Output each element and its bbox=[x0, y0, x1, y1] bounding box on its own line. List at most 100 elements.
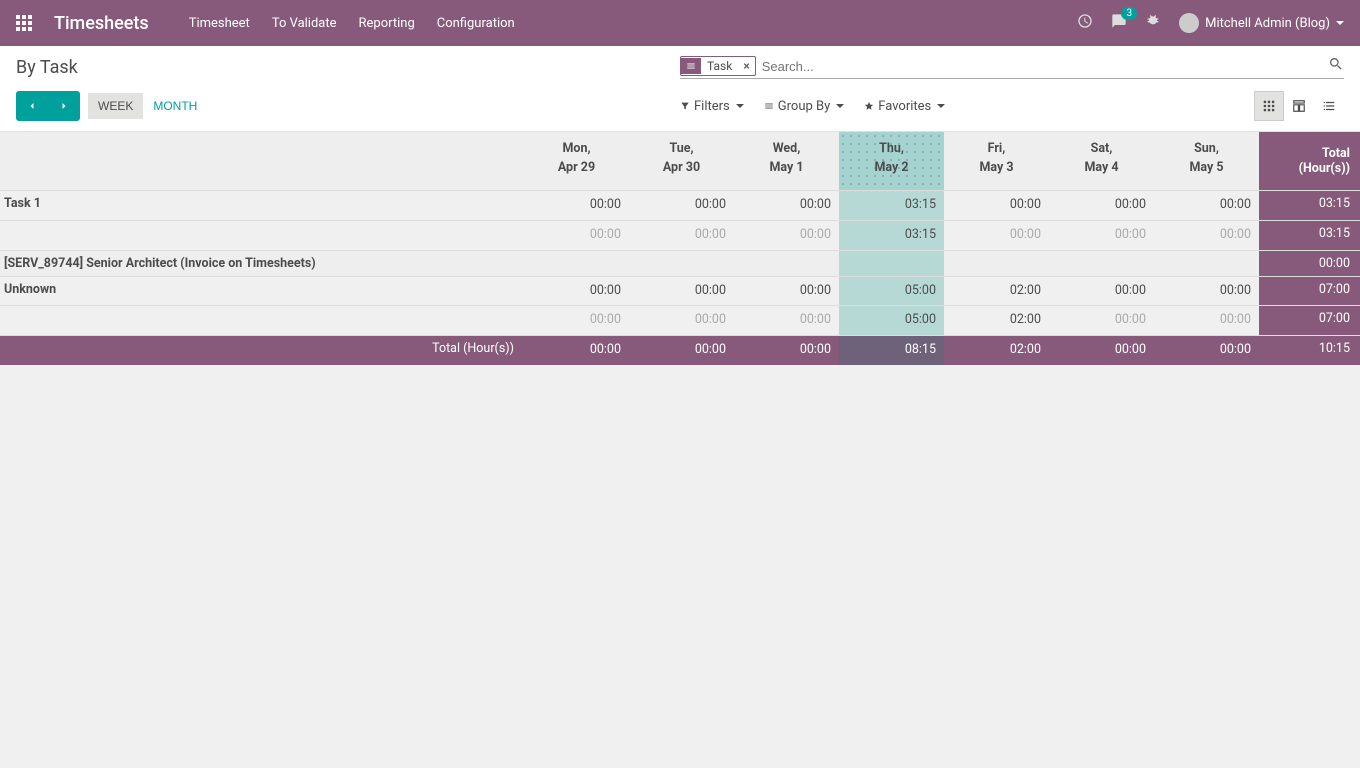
row-total: 00:00 bbox=[1259, 251, 1360, 276]
nav-to-validate[interactable]: To Validate bbox=[272, 16, 337, 31]
row-label bbox=[0, 221, 524, 250]
facet-label: Task bbox=[701, 57, 738, 75]
cell[interactable]: 00:00 bbox=[1049, 191, 1154, 220]
cell[interactable]: 00:00 bbox=[734, 306, 839, 335]
grid-header: Mon,Apr 29Tue,Apr 30Wed,May 1Thu,May 2Fr… bbox=[0, 132, 1360, 191]
user-menu[interactable]: Mitchell Admin (Blog) bbox=[1179, 13, 1344, 33]
cell bbox=[1049, 251, 1154, 276]
cell[interactable]: 00:00 bbox=[944, 221, 1049, 250]
brand-title[interactable]: Timesheets bbox=[54, 13, 149, 34]
filters-dropdown[interactable]: Filters bbox=[680, 99, 744, 114]
scale-week[interactable]: WEEK bbox=[88, 93, 143, 119]
cell[interactable]: 00:00 bbox=[734, 277, 839, 306]
row-label bbox=[0, 306, 524, 335]
groupby-dropdown[interactable]: Group By bbox=[764, 99, 845, 114]
view-pivot[interactable] bbox=[1284, 91, 1314, 121]
groupby-icon bbox=[681, 58, 701, 74]
search-icon[interactable] bbox=[1328, 56, 1344, 76]
row-label: Total (Hour(s)) bbox=[0, 336, 524, 365]
bug-icon[interactable] bbox=[1145, 13, 1161, 33]
cell[interactable]: 00:00 bbox=[1154, 336, 1259, 365]
day-header: Mon,Apr 29 bbox=[524, 132, 629, 190]
cell[interactable]: 00:00 bbox=[629, 336, 734, 365]
cell[interactable]: 00:00 bbox=[524, 277, 629, 306]
grid-row: Total (Hour(s))00:0000:0000:0008:1502:00… bbox=[0, 336, 1360, 365]
nav-links: Timesheet To Validate Reporting Configurati… bbox=[189, 16, 515, 31]
prev-button[interactable] bbox=[16, 91, 48, 121]
cell[interactable]: 00:00 bbox=[1154, 221, 1259, 250]
timesheet-grid: Mon,Apr 29Tue,Apr 30Wed,May 1Thu,May 2Fr… bbox=[0, 132, 1360, 365]
cell bbox=[734, 251, 839, 276]
cell[interactable]: 03:15 bbox=[839, 191, 944, 220]
nav-configuration[interactable]: Configuration bbox=[437, 16, 515, 31]
grid-row: Unknown00:0000:0000:0005:0002:0000:0000:… bbox=[0, 277, 1360, 307]
row-total: 03:15 bbox=[1259, 191, 1360, 220]
cell[interactable]: 00:00 bbox=[524, 191, 629, 220]
cell[interactable]: 00:00 bbox=[944, 191, 1049, 220]
grid-row: [SERV_89744] Senior Architect (Invoice o… bbox=[0, 251, 1360, 277]
search-input[interactable] bbox=[760, 57, 1320, 76]
cell[interactable]: 00:00 bbox=[1049, 336, 1154, 365]
total-header: Total (Hour(s)) bbox=[1259, 132, 1360, 190]
cell[interactable]: 00:00 bbox=[1154, 306, 1259, 335]
cell[interactable]: 00:00 bbox=[734, 191, 839, 220]
view-list[interactable] bbox=[1314, 91, 1344, 121]
chat-badge: 3 bbox=[1121, 7, 1137, 20]
apps-icon[interactable] bbox=[16, 15, 32, 31]
view-grid[interactable] bbox=[1254, 91, 1284, 121]
search-facet: Task × bbox=[680, 56, 756, 76]
day-header: Wed,May 1 bbox=[734, 132, 839, 190]
cell[interactable]: 05:00 bbox=[839, 306, 944, 335]
cell[interactable]: 00:00 bbox=[1154, 191, 1259, 220]
cell[interactable]: 02:00 bbox=[944, 306, 1049, 335]
cell bbox=[524, 251, 629, 276]
cell bbox=[629, 251, 734, 276]
nav-timesheet[interactable]: Timesheet bbox=[189, 16, 250, 31]
cell[interactable]: 02:00 bbox=[944, 277, 1049, 306]
facet-remove[interactable]: × bbox=[738, 59, 754, 73]
cell[interactable]: 00:00 bbox=[1154, 277, 1259, 306]
day-header: Fri,May 3 bbox=[944, 132, 1049, 190]
row-total: 10:15 bbox=[1259, 336, 1360, 365]
cell[interactable]: 03:15 bbox=[839, 221, 944, 250]
row-total: 03:15 bbox=[1259, 221, 1360, 250]
cell[interactable]: 00:00 bbox=[1049, 306, 1154, 335]
chat-icon[interactable]: 3 bbox=[1111, 13, 1127, 33]
next-button[interactable] bbox=[48, 91, 80, 121]
clock-icon[interactable] bbox=[1077, 13, 1093, 33]
cell[interactable]: 00:00 bbox=[734, 221, 839, 250]
nav-reporting[interactable]: Reporting bbox=[359, 16, 415, 31]
scale-month[interactable]: MONTH bbox=[143, 93, 207, 119]
cell[interactable]: 00:00 bbox=[629, 277, 734, 306]
top-nav: Timesheets Timesheet To Validate Reporting… bbox=[0, 0, 1360, 46]
page-title: By Task bbox=[16, 57, 680, 78]
cell[interactable]: 00:00 bbox=[524, 306, 629, 335]
filter-icon bbox=[680, 101, 690, 111]
row-total: 07:00 bbox=[1259, 306, 1360, 335]
cell[interactable]: 00:00 bbox=[629, 221, 734, 250]
search-bar: Task × bbox=[680, 56, 1344, 79]
cell[interactable]: 02:00 bbox=[944, 336, 1049, 365]
caret-down-icon bbox=[1336, 21, 1344, 25]
day-header: Thu,May 2 bbox=[839, 132, 944, 190]
list-icon bbox=[764, 101, 774, 111]
row-label: Task 1 bbox=[0, 191, 524, 220]
cell[interactable]: 00:00 bbox=[524, 336, 629, 365]
avatar-icon bbox=[1179, 13, 1199, 33]
favorites-dropdown[interactable]: Favorites bbox=[864, 99, 945, 114]
row-label: [SERV_89744] Senior Architect (Invoice o… bbox=[0, 251, 524, 276]
cell[interactable]: 05:00 bbox=[839, 277, 944, 306]
row-label: Unknown bbox=[0, 277, 524, 306]
cell[interactable]: 00:00 bbox=[629, 191, 734, 220]
control-panel: By Task Task × WEEK MONTH Filters G bbox=[0, 46, 1360, 132]
cell[interactable]: 00:00 bbox=[1049, 277, 1154, 306]
grid-row: 00:0000:0000:0003:1500:0000:0000:0003:15 bbox=[0, 221, 1360, 251]
cell[interactable]: 00:00 bbox=[629, 306, 734, 335]
user-name: Mitchell Admin (Blog) bbox=[1205, 16, 1330, 31]
grid-row: 00:0000:0000:0005:0002:0000:0000:0007:00 bbox=[0, 306, 1360, 336]
day-header: Sun,May 5 bbox=[1154, 132, 1259, 190]
cell[interactable]: 00:00 bbox=[524, 221, 629, 250]
cell[interactable]: 08:15 bbox=[839, 336, 944, 365]
cell[interactable]: 00:00 bbox=[734, 336, 839, 365]
cell[interactable]: 00:00 bbox=[1049, 221, 1154, 250]
